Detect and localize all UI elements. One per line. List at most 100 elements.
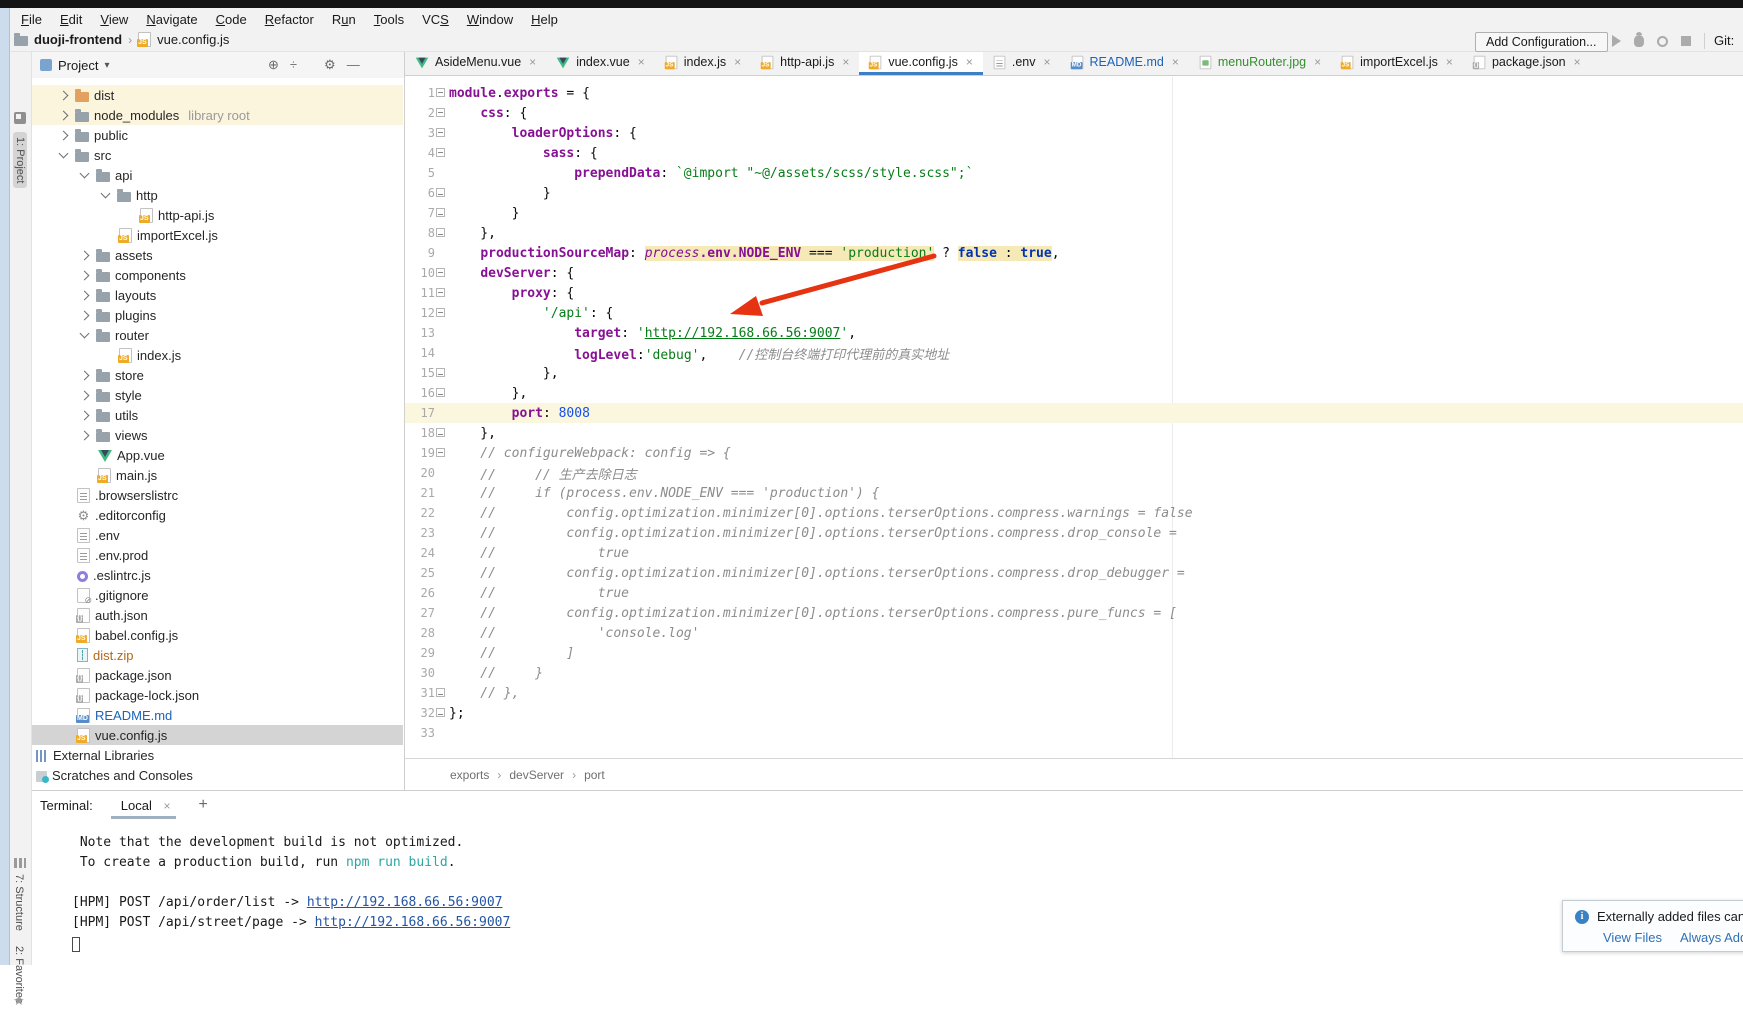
tree-item-app-vue[interactable]: App.vue <box>32 445 403 465</box>
editor-tab-vue-config-js[interactable]: vue.config.js× <box>859 52 983 75</box>
view-files-link[interactable]: View Files <box>1603 930 1662 945</box>
sidebar-item-structure[interactable]: 7: Structure <box>13 874 25 931</box>
chevron-down-icon[interactable]: ▾ <box>104 60 109 71</box>
fold-marker[interactable] <box>436 88 445 97</box>
tree-item-readme-md[interactable]: README.md <box>32 705 403 725</box>
fold-marker[interactable] <box>436 228 445 237</box>
tree-item-assets[interactable]: assets <box>32 245 403 265</box>
gear-icon[interactable]: ⚙ <box>324 57 336 72</box>
chevron-right-icon[interactable] <box>80 270 90 280</box>
menu-view[interactable]: View <box>91 12 137 27</box>
chevron-right-icon[interactable] <box>59 110 69 120</box>
fold-marker[interactable] <box>436 428 445 437</box>
tree-item-src[interactable]: src <box>32 145 403 165</box>
tree-item-main-js[interactable]: main.js <box>32 465 403 485</box>
chevron-right-icon[interactable] <box>80 370 90 380</box>
tree-item-http-api-js[interactable]: http-api.js <box>32 205 403 225</box>
breadcrumb-item-port[interactable]: port <box>584 768 605 782</box>
terminal-tab-local[interactable]: Local × <box>119 798 173 813</box>
menu-edit[interactable]: Edit <box>51 12 91 27</box>
fold-marker[interactable] <box>436 288 445 297</box>
new-terminal-icon[interactable]: + <box>198 796 207 814</box>
tree-item-views[interactable]: views <box>32 425 403 445</box>
chevron-right-icon[interactable] <box>59 90 69 100</box>
sidebar-item-project[interactable]: 1: Project <box>13 132 27 188</box>
debug-icon[interactable] <box>1634 35 1644 47</box>
tree-item-gitignore[interactable]: .gitignore <box>32 585 403 605</box>
tree-item-env[interactable]: .env <box>32 525 403 545</box>
tree-item-scratches-and-consoles[interactable]: Scratches and Consoles <box>32 765 403 785</box>
menu-window[interactable]: Window <box>458 12 522 27</box>
menu-refactor[interactable]: Refactor <box>256 12 323 27</box>
menu-run[interactable]: Run <box>323 12 365 27</box>
tree-item-api[interactable]: api <box>32 165 403 185</box>
chevron-right-icon[interactable] <box>80 410 90 420</box>
fold-marker[interactable] <box>436 268 445 277</box>
close-icon[interactable]: × <box>1043 55 1050 69</box>
breadcrumb-item-devserver[interactable]: devServer <box>509 768 564 782</box>
menu-file[interactable]: File <box>12 12 51 27</box>
chevron-right-icon[interactable] <box>59 130 69 140</box>
tree-item-router[interactable]: router <box>32 325 403 345</box>
git-branch-widget[interactable]: Git: <box>1714 33 1734 48</box>
menu-code[interactable]: Code <box>207 12 256 27</box>
fold-marker[interactable] <box>436 188 445 197</box>
tree-item-babel-config-js[interactable]: babel.config.js <box>32 625 403 645</box>
menu-vcs[interactable]: VCS <box>413 12 458 27</box>
tree-item-plugins[interactable]: plugins <box>32 305 403 325</box>
chevron-down-icon[interactable] <box>80 329 90 339</box>
chevron-down-icon[interactable] <box>59 149 69 159</box>
editor-tab-menurouter-jpg[interactable]: menuRouter.jpg× <box>1189 52 1331 75</box>
close-icon[interactable]: × <box>529 55 536 69</box>
editor-tab-env[interactable]: .env× <box>983 52 1061 75</box>
tree-item-auth-json[interactable]: auth.json <box>32 605 403 625</box>
fold-marker[interactable] <box>436 148 445 157</box>
project-panel-title[interactable]: Project <box>58 58 98 73</box>
chevron-down-icon[interactable] <box>80 169 90 179</box>
tree-item-public[interactable]: public <box>32 125 403 145</box>
fold-marker[interactable] <box>436 688 445 697</box>
stop-icon[interactable] <box>1681 36 1691 46</box>
menu-navigate[interactable]: Navigate <box>137 12 206 27</box>
tree-item-http[interactable]: http <box>32 185 403 205</box>
editor-tab-importexcel-js[interactable]: importExcel.js× <box>1331 52 1463 75</box>
terminal-output[interactable]: Note that the development build is not o… <box>32 823 1743 965</box>
close-icon[interactable]: × <box>966 55 973 69</box>
tree-item-node-modules[interactable]: node_moduleslibrary root <box>32 105 403 125</box>
fold-marker[interactable] <box>436 448 445 457</box>
close-icon[interactable]: × <box>1172 55 1179 69</box>
menu-tools[interactable]: Tools <box>365 12 413 27</box>
menu-help[interactable]: Help <box>522 12 567 27</box>
fold-marker[interactable] <box>436 708 445 717</box>
close-icon[interactable]: × <box>638 55 645 69</box>
editor-tab-index-vue[interactable]: index.vue× <box>546 52 655 75</box>
close-icon[interactable]: × <box>1314 55 1321 69</box>
fold-marker[interactable] <box>436 368 445 377</box>
fold-marker[interactable] <box>436 308 445 317</box>
code-editor[interactable]: 1module.exports = {2 css: {3 loaderOptio… <box>405 77 1743 758</box>
terminal-link[interactable]: http://192.168.66.56:9007 <box>307 895 503 910</box>
fold-marker[interactable] <box>436 388 445 397</box>
coverage-icon[interactable] <box>1657 36 1668 47</box>
breadcrumb-item-exports[interactable]: exports <box>450 768 489 782</box>
hide-panel-icon[interactable]: — <box>347 57 360 72</box>
tree-item-dist-zip[interactable]: dist.zip <box>32 645 403 665</box>
locate-file-icon[interactable]: ⊕ <box>268 57 279 72</box>
editor-tab-asidemenu-vue[interactable]: AsideMenu.vue× <box>405 52 546 75</box>
close-icon[interactable]: × <box>1574 55 1581 69</box>
close-icon[interactable]: × <box>842 55 849 69</box>
editor-tab-http-api-js[interactable]: http-api.js× <box>751 52 859 75</box>
tree-item-style[interactable]: style <box>32 385 403 405</box>
run-icon[interactable] <box>1612 35 1621 47</box>
editor-tab-readme-md[interactable]: README.md× <box>1061 52 1189 75</box>
tree-item-utils[interactable]: utils <box>32 405 403 425</box>
tree-item-package-lock-json[interactable]: package-lock.json <box>32 685 403 705</box>
tree-item-layouts[interactable]: layouts <box>32 285 403 305</box>
chevron-right-icon[interactable] <box>80 290 90 300</box>
terminal-link[interactable]: http://192.168.66.56:9007 <box>315 915 511 930</box>
project-tree[interactable]: distnode_moduleslibrary rootpublicsrcapi… <box>32 78 403 790</box>
always-add-link[interactable]: Always Add <box>1680 930 1743 945</box>
fold-marker[interactable] <box>436 208 445 217</box>
tree-item-vue-config-js[interactable]: vue.config.js <box>32 725 403 745</box>
tree-item-dist[interactable]: dist <box>32 85 403 105</box>
